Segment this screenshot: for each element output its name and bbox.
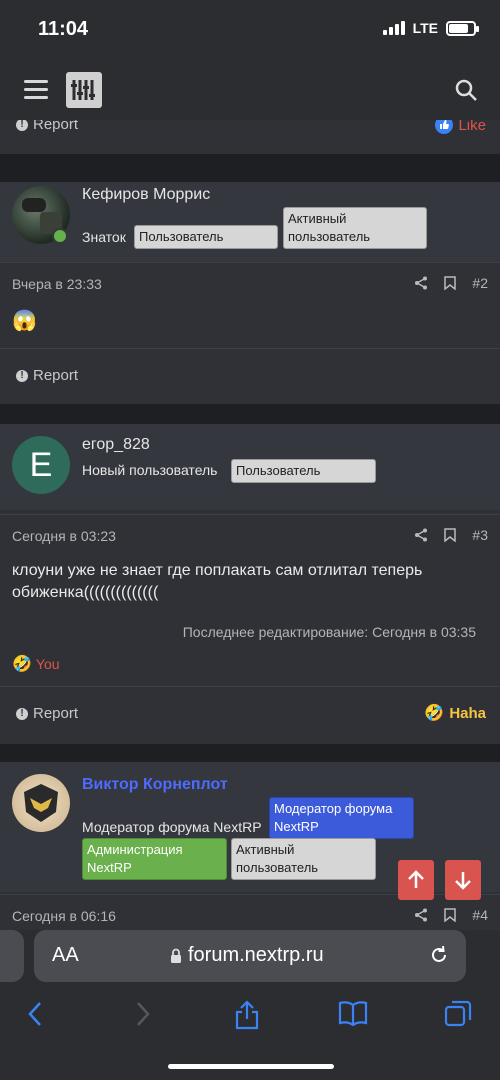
username[interactable]: Виктор Корнеплот [82, 776, 228, 794]
share-icon[interactable] [414, 528, 428, 542]
user-badge: Активный пользователь [283, 207, 427, 249]
haha-reaction-button[interactable]: 🤣 Haha [424, 703, 486, 723]
user-badge: Пользователь [231, 459, 376, 483]
post-date[interactable]: Вчера в 23:33 [12, 276, 102, 292]
arrow-up-icon [408, 870, 424, 888]
thumbs-up-icon [435, 120, 454, 134]
lock-icon [171, 948, 181, 963]
post-body: 😱 [12, 310, 37, 332]
address-bar[interactable]: AA forum.nextrp.ru [34, 930, 466, 982]
report-link[interactable]: ! Report [16, 120, 78, 133]
post-2-actions: ! Report [0, 348, 500, 404]
url-text[interactable]: forum.nextrp.ru [188, 944, 324, 967]
arrow-down-icon [455, 872, 471, 890]
post-date[interactable]: Сегодня в 03:23 [12, 528, 116, 544]
scroll-up-button[interactable] [398, 860, 434, 900]
haha-emoji-icon: 🤣 [424, 705, 445, 722]
post-1-footer: ! Report Like [0, 120, 500, 154]
post-3-actions: ! Report 🤣 Haha [0, 686, 500, 742]
bookmarks-icon[interactable] [338, 1000, 368, 1026]
last-edited: Последнее редактирование: Сегодня в 03:3… [182, 624, 476, 640]
tabs-icon[interactable] [444, 1000, 472, 1028]
moderator-badge: Модератор форума NextRP [269, 797, 414, 839]
user-badge: Пользователь [134, 225, 278, 249]
user-badge: Активный пользователь [231, 838, 376, 880]
hamburger-menu-icon[interactable] [24, 80, 48, 100]
post-2-user-header: Кефиров Моррис Знаток Пользователь Актив… [0, 182, 500, 262]
post-3-meta: Сегодня в 03:23 #3 [0, 514, 500, 558]
share-icon[interactable] [414, 908, 428, 922]
battery-icon [446, 20, 479, 36]
report-icon: ! [16, 120, 28, 131]
post-3: E егор_828 Новый пользователь Пользовате… [0, 424, 500, 744]
back-icon[interactable] [26, 1000, 44, 1028]
post-2-meta: Вчера в 23:33 #2 [0, 262, 500, 306]
status-time: 11:04 [38, 18, 89, 40]
report-label: Report [33, 705, 79, 722]
bookmark-icon[interactable] [444, 276, 457, 290]
signal-icon [382, 21, 405, 35]
network-label: LTE [412, 20, 438, 36]
post-number[interactable]: #3 [472, 527, 488, 543]
forum-logo-icon[interactable] [66, 72, 102, 108]
haha-emoji-icon: 🤣 [12, 656, 32, 673]
user-title: Знаток [82, 229, 126, 245]
reaction-user: You [35, 656, 60, 672]
reader-settings-button[interactable]: AA [52, 944, 79, 967]
status-bar: 11:04 LTE [0, 0, 500, 62]
browser-toolbar [0, 996, 500, 1036]
like-label: Like [458, 120, 486, 134]
thread-content: ! Report Like Кефиров Моррис Знаток Поль… [0, 120, 500, 930]
post-2: Кефиров Моррис Знаток Пользователь Актив… [0, 182, 500, 404]
post-3-user-header: E егор_828 Новый пользователь Пользовате… [0, 424, 500, 510]
user-title: Новый пользователь [82, 462, 218, 478]
online-status-icon [52, 228, 68, 244]
post-number[interactable]: #4 [472, 907, 488, 923]
like-button[interactable]: Like [435, 120, 486, 134]
search-icon[interactable] [454, 78, 478, 102]
post-body: клоуни уже не знает где поплакать сам от… [12, 562, 423, 601]
reaction-summary[interactable]: 🤣 You [12, 654, 60, 674]
report-link[interactable]: ! Report [16, 705, 78, 722]
report-icon: ! [16, 707, 28, 720]
report-link[interactable]: ! Report [16, 367, 78, 384]
browser-bottom-bar: AA forum.nextrp.ru [0, 930, 500, 1080]
user-avatar[interactable] [12, 774, 70, 832]
reload-icon[interactable] [428, 944, 450, 966]
forward-icon[interactable] [134, 1000, 152, 1028]
admin-badge: Администрация NextRP [82, 838, 227, 880]
username[interactable]: Кефиров Моррис [82, 186, 210, 204]
bookmark-icon[interactable] [444, 528, 457, 542]
previous-tab-pill[interactable] [0, 930, 24, 982]
share-icon[interactable] [414, 276, 428, 290]
report-label: Report [33, 367, 79, 384]
scroll-down-button[interactable] [445, 860, 481, 900]
share-sheet-icon[interactable] [234, 1000, 260, 1030]
status-indicators: LTE [382, 20, 479, 36]
report-icon: ! [16, 369, 28, 382]
report-label: Report [33, 120, 79, 133]
user-avatar[interactable]: E [12, 436, 70, 494]
post-4: Виктор Корнеплот Модератор форума NextRP… [0, 762, 500, 930]
username[interactable]: егор_828 [82, 436, 150, 454]
home-indicator [168, 1064, 334, 1069]
bookmark-icon[interactable] [444, 908, 457, 922]
user-title: Модератор форума NextRP [82, 819, 262, 835]
post-number[interactable]: #2 [472, 275, 488, 291]
post-date[interactable]: Сегодня в 06:16 [12, 908, 116, 924]
haha-label: Haha [449, 704, 486, 722]
forum-navbar [0, 62, 500, 120]
